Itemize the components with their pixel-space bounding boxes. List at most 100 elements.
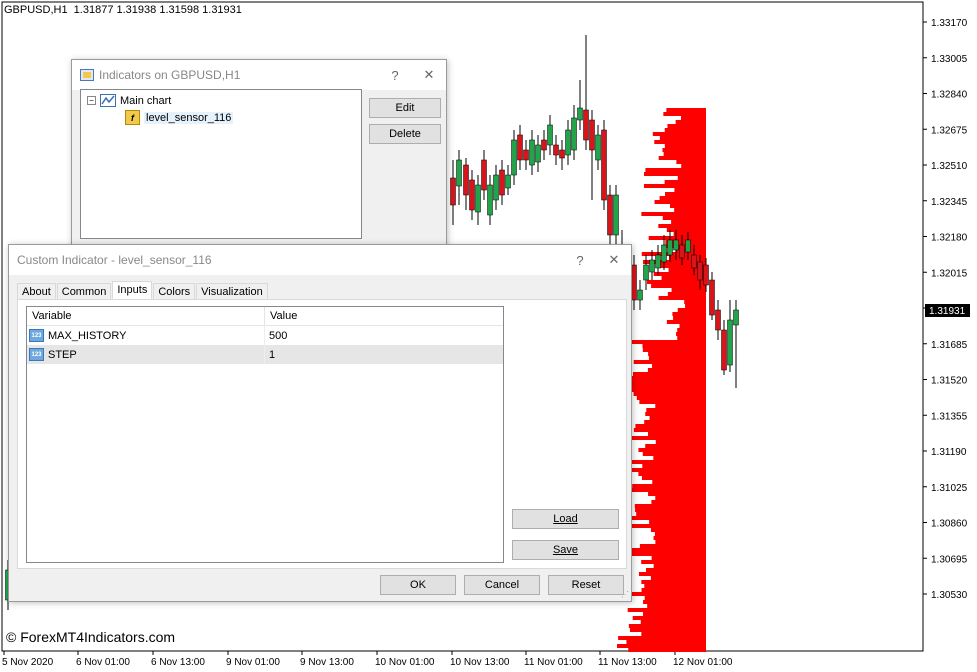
volume-profile-bar bbox=[677, 308, 706, 312]
grid-header: Variable Value bbox=[27, 307, 503, 326]
volume-profile-bar bbox=[680, 116, 706, 120]
volume-profile-bar bbox=[648, 356, 706, 360]
value-cell[interactable]: 500 bbox=[265, 330, 287, 342]
volume-profile-bar bbox=[633, 360, 706, 364]
volume-profile-bar bbox=[652, 132, 706, 136]
volume-profile-bar bbox=[662, 148, 706, 152]
candle-body bbox=[667, 239, 673, 256]
volume-profile-bar bbox=[650, 576, 706, 580]
candle-body bbox=[589, 119, 595, 151]
candle-body bbox=[637, 289, 643, 301]
volume-profile-bar bbox=[641, 476, 706, 480]
save-button[interactable]: Save bbox=[512, 540, 619, 560]
volume-profile-bar bbox=[634, 504, 706, 508]
cancel-button[interactable]: Cancel bbox=[464, 575, 540, 595]
volume-profile-bar bbox=[666, 108, 706, 112]
tab-about[interactable]: About bbox=[17, 283, 56, 300]
tree-item-level-sensor[interactable]: f level_sensor_116 bbox=[125, 110, 234, 125]
price-label: 1.30695 bbox=[931, 554, 968, 565]
volume-profile-bar bbox=[647, 604, 706, 608]
watermark: © ForexMT4Indicators.com bbox=[6, 629, 176, 645]
reset-button[interactable]: Reset bbox=[548, 575, 624, 595]
column-header-variable[interactable]: Variable bbox=[27, 307, 265, 325]
volume-profile-bar bbox=[662, 216, 706, 220]
price-label: 1.30530 bbox=[931, 590, 968, 601]
time-label: 10 Nov 01:00 bbox=[375, 657, 435, 668]
custom-indicator-dialog: Custom Indicator - level_sensor_116 ? ✕ … bbox=[8, 244, 632, 602]
candle-body bbox=[499, 169, 505, 196]
candle-body bbox=[679, 244, 685, 259]
candle-body bbox=[649, 259, 655, 273]
volume-profile-bar bbox=[628, 384, 706, 388]
edit-button[interactable]: Edit bbox=[369, 98, 441, 118]
variable-name: STEP bbox=[48, 348, 77, 361]
volume-profile-bar bbox=[666, 228, 706, 232]
candle-body bbox=[469, 179, 475, 211]
volume-profile-bar bbox=[632, 616, 706, 620]
candle-body bbox=[655, 254, 661, 269]
volume-profile-bar bbox=[633, 392, 706, 396]
number-type-icon: 123 bbox=[29, 348, 44, 361]
volume-profile-bar bbox=[635, 424, 706, 428]
volume-profile-bar bbox=[671, 288, 706, 292]
volume-profile-bar bbox=[677, 176, 706, 180]
table-row[interactable]: 123 MAX_HISTORY 500 bbox=[27, 326, 503, 345]
candle-body bbox=[583, 109, 589, 141]
variable-cell: 123 STEP bbox=[27, 345, 265, 364]
volume-profile-bar bbox=[625, 592, 706, 596]
custom-dialog-titlebar[interactable]: Custom Indicator - level_sensor_116 ? ✕ bbox=[9, 245, 631, 275]
tab-inputs[interactable]: Inputs bbox=[112, 281, 153, 300]
time-label: 11 Nov 13:00 bbox=[598, 657, 657, 668]
volume-profile-bar bbox=[629, 488, 706, 492]
volume-profile-bar bbox=[658, 156, 706, 160]
candle-body bbox=[613, 194, 619, 236]
candle-body bbox=[709, 279, 715, 316]
volume-profile-bar bbox=[650, 528, 706, 532]
symbol-info: GBPUSD,H1 1.31877 1.31938 1.31598 1.3193… bbox=[4, 4, 242, 16]
volume-profile-bar bbox=[644, 420, 706, 424]
tab-common[interactable]: Common bbox=[56, 283, 112, 300]
inputs-grid[interactable]: Variable Value 123 MAX_HISTORY 500 123 S… bbox=[26, 306, 504, 563]
volume-profile-bar bbox=[641, 588, 706, 592]
volume-profile-bar bbox=[627, 608, 706, 612]
candle-body bbox=[571, 117, 577, 151]
price-label: 1.32180 bbox=[931, 233, 968, 244]
tab-visualization[interactable]: Visualization bbox=[196, 283, 268, 300]
tab-colors[interactable]: Colors bbox=[153, 283, 196, 300]
volume-profile-bar bbox=[653, 456, 706, 460]
volume-profile-bar bbox=[653, 564, 706, 568]
load-button[interactable]: Load bbox=[512, 509, 619, 529]
volume-profile-bar bbox=[679, 324, 706, 328]
volume-profile-bar bbox=[636, 396, 706, 400]
volume-profile-bar bbox=[626, 640, 706, 644]
tree-item-main-chart[interactable]: − Main chart bbox=[87, 94, 171, 107]
volume-profile-bar bbox=[676, 160, 706, 164]
column-header-value[interactable]: Value bbox=[265, 307, 503, 325]
volume-profile-bar bbox=[630, 340, 706, 344]
table-row[interactable]: 123 STEP 1 bbox=[27, 345, 503, 364]
main-chart-icon bbox=[100, 94, 116, 107]
close-button[interactable]: ✕ bbox=[412, 67, 446, 83]
help-button[interactable]: ? bbox=[378, 68, 412, 83]
close-button[interactable]: ✕ bbox=[597, 252, 631, 268]
value-cell[interactable]: 1 bbox=[265, 349, 275, 361]
indicator-tree[interactable]: − Main chart f level_sensor_116 bbox=[80, 89, 362, 239]
ok-button[interactable]: OK bbox=[380, 575, 456, 595]
candle-body bbox=[691, 254, 697, 269]
volume-profile-bar bbox=[633, 428, 706, 432]
collapse-icon[interactable]: − bbox=[87, 96, 96, 105]
candle-body bbox=[577, 107, 583, 121]
delete-button[interactable]: Delete bbox=[369, 124, 441, 144]
resize-grip-icon[interactable]: ⋰ bbox=[621, 590, 629, 599]
indicators-dialog-titlebar[interactable]: Indicators on GBPUSD,H1 ? ✕ bbox=[72, 60, 446, 90]
tab-strip: About Common Inputs Colors Visualization bbox=[17, 281, 269, 300]
volume-profile-bar bbox=[644, 596, 706, 600]
price-label: 1.33005 bbox=[931, 54, 968, 65]
volume-profile-bar bbox=[664, 128, 706, 132]
candle-body bbox=[505, 174, 511, 189]
volume-profile-bar bbox=[664, 144, 706, 148]
help-button[interactable]: ? bbox=[563, 253, 597, 268]
volume-profile-bar bbox=[645, 412, 706, 416]
volume-profile-bar bbox=[636, 512, 706, 516]
volume-profile-bar bbox=[653, 536, 706, 540]
